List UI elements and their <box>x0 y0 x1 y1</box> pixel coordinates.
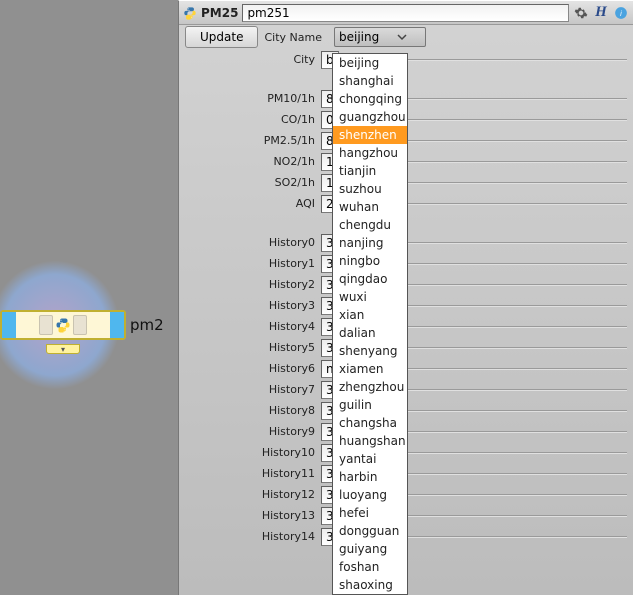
node-port-right[interactable] <box>110 312 124 338</box>
history-label: History8 <box>185 404 321 417</box>
dropdown-item[interactable]: dalian <box>333 324 407 342</box>
history-label: History3 <box>185 299 321 312</box>
dropdown-item[interactable]: qingdao <box>333 270 407 288</box>
history-label: History0 <box>185 236 321 249</box>
history-label: History10 <box>185 446 321 459</box>
city-label: City <box>185 53 321 66</box>
dropdown-item[interactable]: beijing <box>333 54 407 72</box>
dropdown-item[interactable]: huangshan <box>333 432 407 450</box>
dropdown-item[interactable]: chengdu <box>333 216 407 234</box>
node-label: pm2 <box>130 316 164 334</box>
cityname-dropdown-list[interactable]: beijingshanghaichongqingguangzhoushenzhe… <box>332 53 408 595</box>
metric-label: AQI <box>185 197 321 210</box>
metric-label: PM2.5/1h <box>185 134 321 147</box>
dropdown-item[interactable]: shanghai <box>333 72 407 90</box>
dropdown-item[interactable]: harbin <box>333 468 407 486</box>
dropdown-item[interactable]: chongqing <box>333 90 407 108</box>
history-label: History12 <box>185 488 321 501</box>
history-label: History6 <box>185 362 321 375</box>
python-icon <box>183 6 197 20</box>
chevron-down-icon <box>383 31 421 43</box>
canvas-node[interactable] <box>0 310 126 340</box>
combo-value: beijing <box>339 30 379 44</box>
dropdown-item[interactable]: yantai <box>333 450 407 468</box>
dropdown-item[interactable]: guilin <box>333 396 407 414</box>
dropdown-item[interactable]: nanjing <box>333 234 407 252</box>
history-label: History13 <box>185 509 321 522</box>
node-port-left[interactable] <box>2 312 16 338</box>
history-label: History14 <box>185 530 321 543</box>
dropdown-item[interactable]: wuxi <box>333 288 407 306</box>
node-slot <box>73 315 87 335</box>
python-icon <box>55 317 71 333</box>
dropdown-item[interactable]: xian <box>333 306 407 324</box>
cityname-combo[interactable]: beijing <box>334 27 426 47</box>
dropdown-item[interactable]: hefei <box>333 504 407 522</box>
node-body <box>16 312 110 338</box>
history-label: History9 <box>185 425 321 438</box>
dropdown-item[interactable]: hangzhou <box>333 144 407 162</box>
svg-text:i: i <box>620 9 622 17</box>
dropdown-item[interactable]: shaoxing <box>333 576 407 594</box>
history-label: History1 <box>185 257 321 270</box>
update-button[interactable]: Update <box>185 26 258 48</box>
dropdown-item[interactable]: shenyang <box>333 342 407 360</box>
history-label: History11 <box>185 467 321 480</box>
metric-label: NO2/1h <box>185 155 321 168</box>
toolbar-row: Update City Name beijing <box>179 25 633 49</box>
history-label: History5 <box>185 341 321 354</box>
node-slot <box>39 315 53 335</box>
dropdown-item[interactable]: changsha <box>333 414 407 432</box>
history-label: History2 <box>185 278 321 291</box>
dropdown-item[interactable]: wuhan <box>333 198 407 216</box>
dropdown-item[interactable]: dongguan <box>333 522 407 540</box>
info-icon[interactable]: i <box>613 5 629 21</box>
dropdown-item[interactable]: ningbo <box>333 252 407 270</box>
help-icon[interactable]: H <box>593 5 609 21</box>
dropdown-item[interactable]: foshan <box>333 558 407 576</box>
history-label: History4 <box>185 320 321 333</box>
metric-label: CO/1h <box>185 113 321 126</box>
dropdown-item[interactable]: suzhou <box>333 180 407 198</box>
dropdown-item[interactable]: zhengzhou <box>333 378 407 396</box>
dropdown-item[interactable]: shenzhen <box>333 126 407 144</box>
panel-titlebar: PM25 H i <box>179 1 633 25</box>
gear-icon[interactable] <box>573 5 589 21</box>
metric-label: SO2/1h <box>185 176 321 189</box>
dropdown-item[interactable]: xiamen <box>333 360 407 378</box>
node-name-input[interactable] <box>242 4 569 22</box>
cityname-label: City Name <box>264 31 328 44</box>
dropdown-item[interactable]: guiyang <box>333 540 407 558</box>
dropdown-item[interactable]: luoyang <box>333 486 407 504</box>
dropdown-item[interactable]: guangzhou <box>333 108 407 126</box>
dropdown-item[interactable]: tianjin <box>333 162 407 180</box>
panel-title: PM25 <box>201 6 238 20</box>
history-label: History7 <box>185 383 321 396</box>
metric-label: PM10/1h <box>185 92 321 105</box>
node-expand-tab[interactable] <box>46 344 80 354</box>
